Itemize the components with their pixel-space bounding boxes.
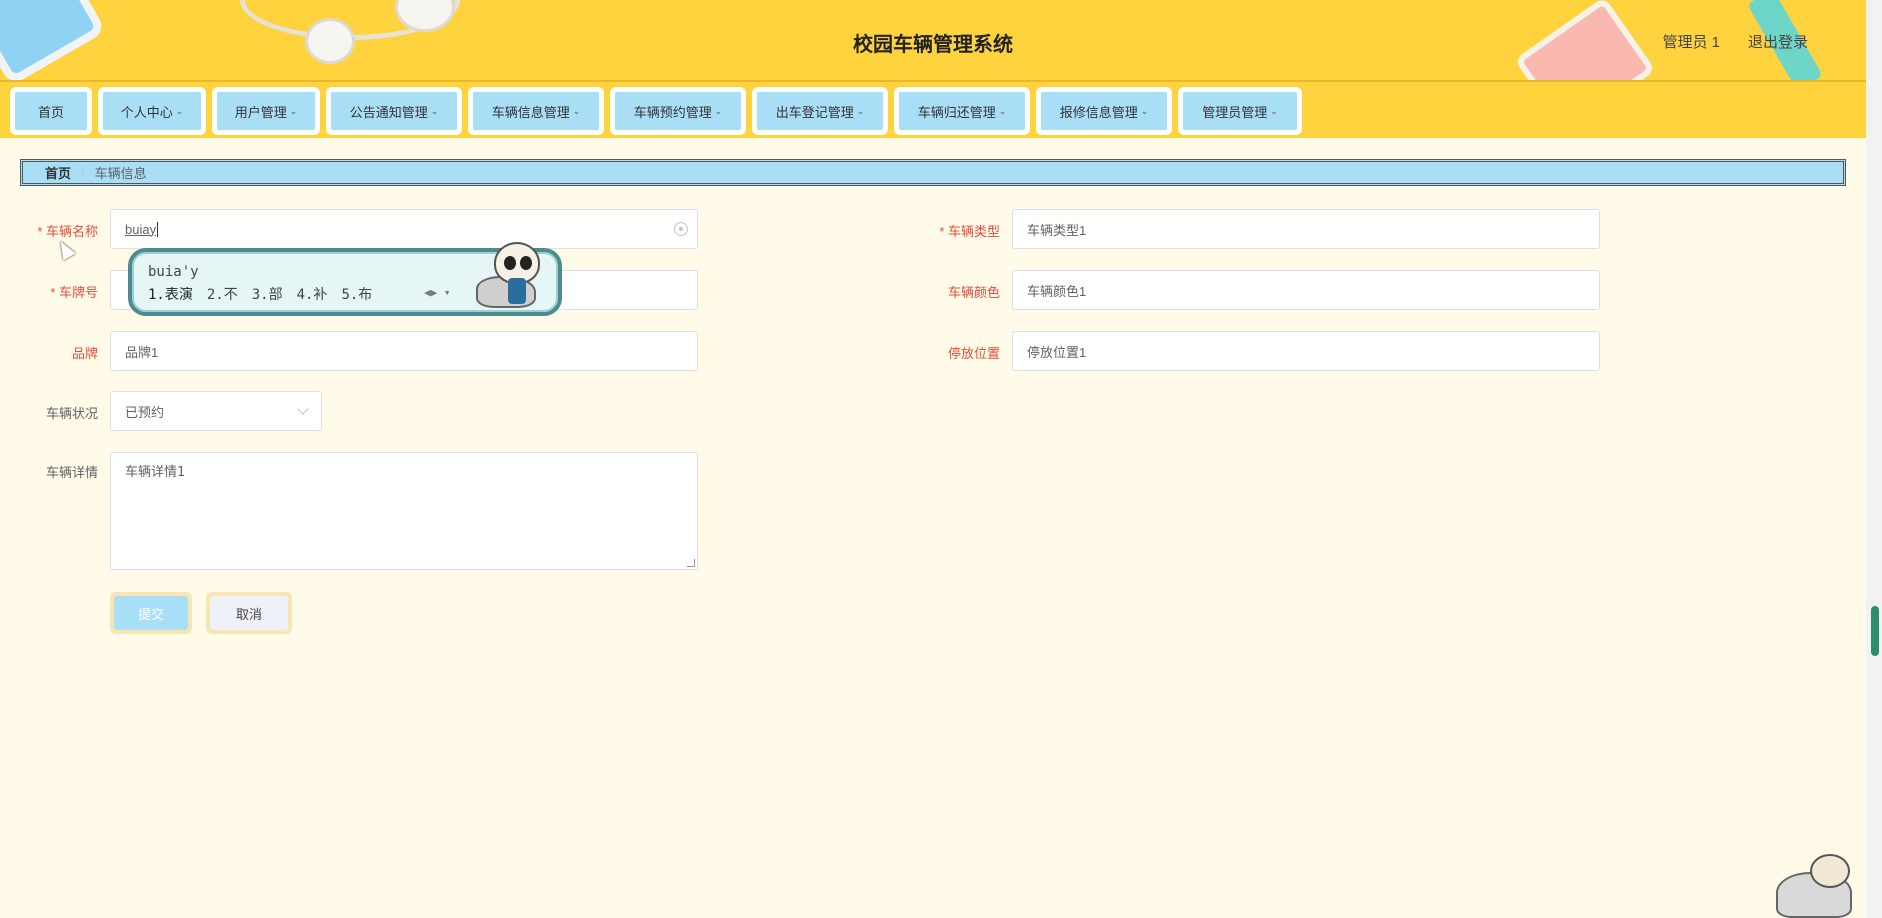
breadcrumb-separator: / — [81, 165, 85, 180]
ime-candidate-popup: buia'y 1.表演 2.不 3.部 4.补 5.布 ◀▶ ▾ — [128, 242, 562, 316]
breadcrumb: 首页 / 车辆信息 — [20, 159, 1846, 186]
cat-head — [1810, 854, 1850, 888]
cat-eye — [520, 256, 532, 270]
brand-label: 品牌 — [71, 346, 98, 361]
nav-item-label: 车辆归还管理 — [917, 104, 996, 120]
nav-item-label: 报修信息管理 — [1059, 104, 1138, 120]
vehicle-details-textarea[interactable]: 车辆详情1 — [110, 452, 698, 570]
chevron-down-icon: ⌄ — [1270, 105, 1278, 116]
nav-item-label: 出车登记管理 — [775, 104, 854, 120]
logout-link[interactable]: 退出登录 — [1748, 31, 1808, 52]
nav-item-departure-registration-management[interactable]: 出车登记管理 ⌄ — [752, 87, 888, 135]
chevron-down-icon: ⌄ — [1140, 105, 1149, 116]
vehicle-type-value: 车辆类型1 — [1027, 222, 1087, 238]
nav-item-label: 管理员管理 — [1202, 104, 1268, 120]
nav-item-label: 车辆信息管理 — [491, 104, 570, 120]
nav-item-label: 公告通知管理 — [349, 104, 428, 120]
ime-page-arrows-icon[interactable]: ◀▶ ▾ — [424, 286, 451, 299]
chevron-down-icon: ⌄ — [998, 105, 1007, 116]
vehicle-details-label: 车辆详情 — [45, 465, 98, 480]
submit-button[interactable]: 提交 — [114, 596, 188, 630]
chevron-down-icon: ⌄ — [289, 105, 298, 116]
ime-candidate[interactable]: 5.布 — [341, 284, 372, 304]
vehicle-name-label: * 车辆名称 — [37, 224, 98, 239]
ime-candidate[interactable]: 3.部 — [252, 284, 283, 304]
vehicle-status-value: 已预约 — [125, 404, 165, 420]
nav-item-vehicle-info-management[interactable]: 车辆信息管理 ⌄ — [468, 87, 604, 135]
nav-item-notice-management[interactable]: 公告通知管理 ⌄ — [326, 87, 462, 135]
cancel-button[interactable]: 取消 — [210, 596, 288, 630]
brand-value: 品牌1 — [125, 344, 159, 360]
nav-item-admin-management[interactable]: 管理员管理 ⌄ — [1178, 87, 1302, 135]
ime-candidate[interactable]: 1.表演 — [148, 284, 193, 304]
chevron-down-icon: ⌄ — [430, 105, 439, 116]
vehicle-color-label: 车辆颜色 — [947, 285, 1000, 300]
vehicle-type-input[interactable]: 车辆类型1 — [1012, 209, 1600, 249]
nav-item-user-management[interactable]: 用户管理 ⌄ — [212, 87, 320, 135]
clear-icon[interactable] — [674, 222, 688, 236]
ime-cat-mascot — [472, 242, 562, 318]
ime-candidate[interactable]: 4.补 — [297, 284, 328, 304]
scrollbar-thumb[interactable] — [1871, 606, 1879, 656]
vehicle-status-label: 车辆状况 — [45, 406, 98, 421]
app-header: 校园车辆管理系统 管理员 1 退出登录 — [0, 0, 1866, 82]
breadcrumb-current: 车辆信息 — [94, 166, 147, 181]
main-nav: 首页 个人中心 ⌄ 用户管理 ⌄ 公告通知管理 ⌄ 车辆信息管理 ⌄ 车辆预约管理 ⌄ 出… — [0, 82, 1866, 138]
nav-item-label: 首页 — [37, 104, 64, 120]
vehicle-name-input[interactable]: buiay — [110, 209, 698, 249]
submit-button-wrapper: 提交 — [110, 592, 192, 634]
nav-item-personal-center[interactable]: 个人中心 ⌄ — [98, 87, 206, 135]
cancel-button-wrapper: 取消 — [206, 592, 292, 634]
ime-candidate[interactable]: 2.不 — [207, 284, 238, 304]
vehicle-status-select[interactable]: 已预约 — [110, 391, 322, 431]
chevron-down-icon: ⌄ — [714, 105, 723, 116]
nav-item-repair-info-management[interactable]: 报修信息管理 ⌄ — [1036, 87, 1172, 135]
nav-item-label: 用户管理 — [234, 104, 287, 120]
vehicle-color-input[interactable]: 车辆颜色1 — [1012, 270, 1600, 310]
corner-cat-mascot — [1776, 852, 1866, 918]
current-user: 管理员 1 — [1662, 34, 1720, 51]
page-scrollbar[interactable] — [1866, 0, 1882, 918]
nav-item-label: 车辆预约管理 — [633, 104, 712, 120]
nav-item-label: 个人中心 — [120, 104, 173, 120]
nav-item-home[interactable]: 首页 — [10, 87, 92, 135]
plate-number-label: * 车牌号 — [50, 285, 98, 300]
parking-location-label: 停放位置 — [947, 346, 1000, 361]
chevron-down-icon: ⌄ — [175, 105, 184, 116]
brand-input[interactable]: 品牌1 — [110, 331, 698, 371]
ime-candidate-list: 1.表演 2.不 3.部 4.补 5.布 — [148, 284, 386, 304]
ime-pinyin: buia'y — [148, 264, 199, 280]
cat-collar — [508, 278, 526, 304]
text-caret — [157, 221, 159, 237]
chevron-down-icon: ⌄ — [856, 105, 865, 116]
nav-item-vehicle-return-management[interactable]: 车辆归还管理 ⌄ — [894, 87, 1030, 135]
breadcrumb-home-link[interactable]: 首页 — [45, 163, 71, 182]
mouse-pointer-icon — [54, 237, 76, 261]
parking-location-input[interactable]: 停放位置1 — [1012, 331, 1600, 371]
cat-eye — [504, 256, 516, 270]
nav-item-vehicle-reservation-management[interactable]: 车辆预约管理 ⌄ — [610, 87, 746, 135]
vehicle-name-value: buiay — [125, 221, 157, 237]
resize-handle-icon[interactable] — [687, 559, 695, 567]
vehicle-color-value: 车辆颜色1 — [1027, 283, 1087, 299]
parking-location-value: 停放位置1 — [1027, 344, 1087, 360]
chevron-down-icon: ⌄ — [572, 105, 581, 116]
chevron-down-icon — [297, 403, 309, 415]
vehicle-type-label: * 车辆类型 — [939, 224, 1000, 239]
app-title: 校园车辆管理系统 — [853, 34, 1013, 56]
vehicle-details-value: 车辆详情1 — [125, 465, 185, 480]
